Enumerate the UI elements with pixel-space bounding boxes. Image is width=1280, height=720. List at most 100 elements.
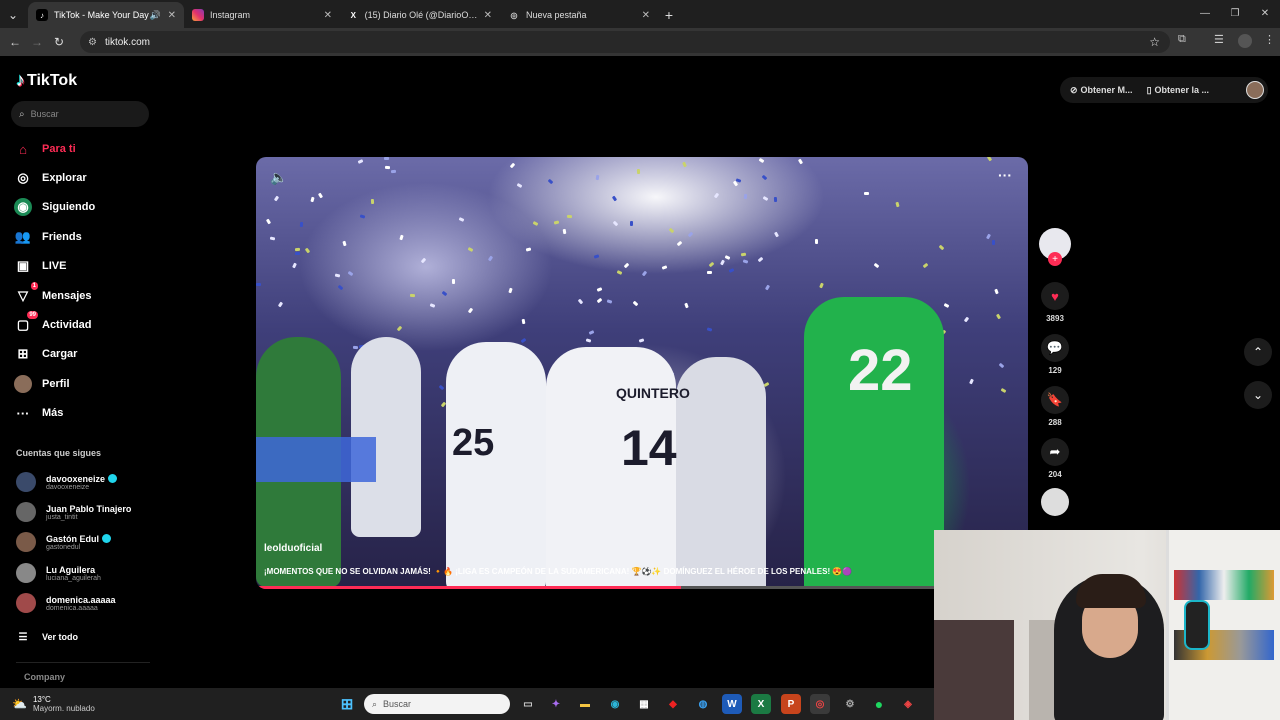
task-view-icon[interactable]: ▭ (518, 694, 538, 714)
confetti-piece (687, 231, 694, 238)
tab-new[interactable]: ◎ Nueva pestaña ✕ (500, 2, 658, 28)
edge-icon[interactable]: ◉ (605, 694, 625, 714)
get-app-button-1[interactable]: ⊘ Obtener M... (1070, 85, 1133, 96)
previous-video-icon[interactable]: ⌃ (1244, 338, 1272, 366)
nav-item-live[interactable]: ▣ LIVE (14, 257, 67, 275)
confetti-piece (969, 378, 974, 385)
avatar (16, 502, 36, 522)
confetti-piece (596, 297, 603, 304)
confetti-piece (383, 157, 390, 161)
tab-close-icon[interactable]: ✕ (318, 10, 332, 21)
extensions-icon[interactable]: ⧉ (1178, 33, 1186, 46)
video-author[interactable]: leolduoficial (264, 543, 322, 554)
bookmark-star-icon[interactable]: ☆ (1149, 35, 1160, 49)
chrome-icon[interactable]: ◎ (810, 694, 830, 714)
search-input[interactable]: ⌕ Buscar (11, 101, 149, 127)
comment-button[interactable]: 💬 129 (1036, 334, 1074, 375)
tab-instagram[interactable]: Instagram ✕ (184, 2, 340, 28)
new-tab-icon[interactable]: + (658, 4, 680, 26)
copilot-icon[interactable]: ✦ (546, 694, 566, 714)
volume-icon[interactable]: 🔈 (270, 169, 287, 186)
nav-item-perfil[interactable]: Perfil (14, 375, 70, 393)
music-disc[interactable] (1036, 488, 1074, 516)
video-progress-bar[interactable] (256, 586, 1028, 589)
share-count: 204 (1048, 470, 1062, 479)
confetti-piece (352, 345, 359, 350)
nav-item-mensajes[interactable]: ▽ 1 Mensajes (14, 282, 92, 305)
tab-close-icon[interactable]: ✕ (162, 10, 176, 21)
save-button[interactable]: 🔖 288 (1036, 386, 1074, 427)
account-name: davooxeneize (46, 473, 106, 484)
nav-item-explorar[interactable]: ◎ Explorar (14, 169, 87, 187)
sidebar-divider (16, 662, 150, 663)
taskbar-search-input[interactable]: ⌕ Buscar (364, 694, 510, 714)
nav-item-mas[interactable]: ··· Más (14, 404, 64, 422)
following-account[interactable]: Lu Aguilera luciana_aguilerah (16, 563, 101, 583)
account-handle: justa_tintit (46, 513, 78, 521)
tiktok-logo[interactable]: ♪ TikTok (16, 70, 77, 91)
search-placeholder: Buscar (30, 109, 59, 119)
store-icon[interactable]: ▦ (634, 694, 654, 714)
nav-item-cargar[interactable]: ⊞ Cargar (14, 345, 78, 363)
maximize-icon[interactable]: ❐ (1220, 0, 1250, 26)
confetti-piece (668, 227, 675, 234)
like-button[interactable]: ♥ 3893 (1036, 282, 1074, 323)
excel-icon[interactable]: X (751, 694, 771, 714)
tab-x[interactable]: X (15) Diario Olé (@DiarioOle) / X ✕ (340, 2, 500, 28)
nav-item-para-ti[interactable]: ⌂ Para ti (14, 140, 76, 158)
confetti-piece (467, 247, 474, 252)
file-explorer-icon[interactable]: ▬ (575, 694, 595, 714)
nav-label: Explorar (42, 172, 87, 184)
follow-plus-icon[interactable]: + (1048, 252, 1062, 266)
confetti-piece (384, 165, 391, 170)
tab-close-icon[interactable]: ✕ (636, 10, 650, 21)
comment-icon: 💬 (1041, 334, 1069, 362)
see-all-link[interactable]: ☰ Ver todo (14, 628, 79, 646)
next-video-icon[interactable]: ⌄ (1244, 381, 1272, 409)
back-icon[interactable]: ← (4, 31, 26, 53)
confetti-piece (757, 256, 764, 263)
confetti-piece (359, 214, 366, 219)
window-close-icon[interactable]: ✕ (1250, 0, 1280, 26)
spotify-icon[interactable]: ● (869, 694, 889, 714)
confetti-piece (265, 218, 272, 225)
profile-avatar-icon[interactable] (1238, 34, 1252, 48)
tab-audio-icon[interactable]: 🔊 (150, 10, 161, 21)
site-info-icon[interactable]: ⚙ (88, 37, 97, 48)
share-icon: ➦ (1041, 438, 1069, 466)
nav-item-actividad[interactable]: ▢ 99 Actividad (14, 311, 92, 334)
reload-icon[interactable]: ↻ (48, 31, 70, 53)
weather-icon[interactable]: ⛅ (12, 697, 27, 711)
windows-start-icon[interactable]: ⊞ (337, 694, 357, 714)
tab-search-icon[interactable]: ⌄ (2, 4, 24, 26)
company-link[interactable]: Company (24, 672, 65, 682)
reading-list-icon[interactable]: ☰ (1214, 33, 1224, 46)
anydesk-icon[interactable]: ◆ (663, 694, 683, 714)
creator-avatar[interactable]: + (1036, 228, 1074, 266)
browser-menu-icon[interactable]: ⋮ (1264, 33, 1275, 46)
powerpoint-icon[interactable]: P (781, 694, 801, 714)
confetti-piece (269, 236, 276, 241)
word-icon[interactable]: W (722, 694, 742, 714)
following-account[interactable]: davooxeneize davooxeneize (16, 472, 118, 492)
minimize-icon[interactable]: — (1190, 0, 1220, 26)
confetti-piece (641, 270, 648, 277)
share-button[interactable]: ➦ 204 (1036, 438, 1074, 479)
following-account[interactable]: Gastón Edul gastonedul (16, 532, 112, 552)
nav-item-friends[interactable]: 👥 Friends (14, 228, 82, 246)
address-bar[interactable]: ⚙ tiktok.com ☆ (80, 31, 1170, 53)
app-icon[interactable]: ◈ (898, 694, 918, 714)
tab-tiktok[interactable]: ♪ TikTok - Make Your Day 🔊 ✕ (28, 2, 184, 28)
video-more-icon[interactable]: ··· (998, 167, 1012, 183)
forward-icon[interactable]: → (26, 31, 48, 53)
app-icon[interactable]: ◍ (693, 694, 713, 714)
settings-icon[interactable]: ⚙ (840, 694, 860, 714)
following-account[interactable]: Juan Pablo Tinajero justa_tintit (16, 502, 131, 522)
video-player[interactable]: 25 14 QUINTERO 22 🔈 ··· leolduoficial ¡M… (256, 157, 1028, 589)
get-app-button-2[interactable]: ▯ Obtener la ... (1147, 85, 1209, 96)
tab-close-icon[interactable]: ✕ (478, 10, 492, 21)
following-account[interactable]: domenica.aaaaa domenica.aaaaa (16, 593, 116, 613)
avatar (16, 532, 36, 552)
nav-item-siguiendo[interactable]: ◉ Siguiendo (14, 198, 95, 216)
user-avatar[interactable] (1246, 81, 1264, 99)
